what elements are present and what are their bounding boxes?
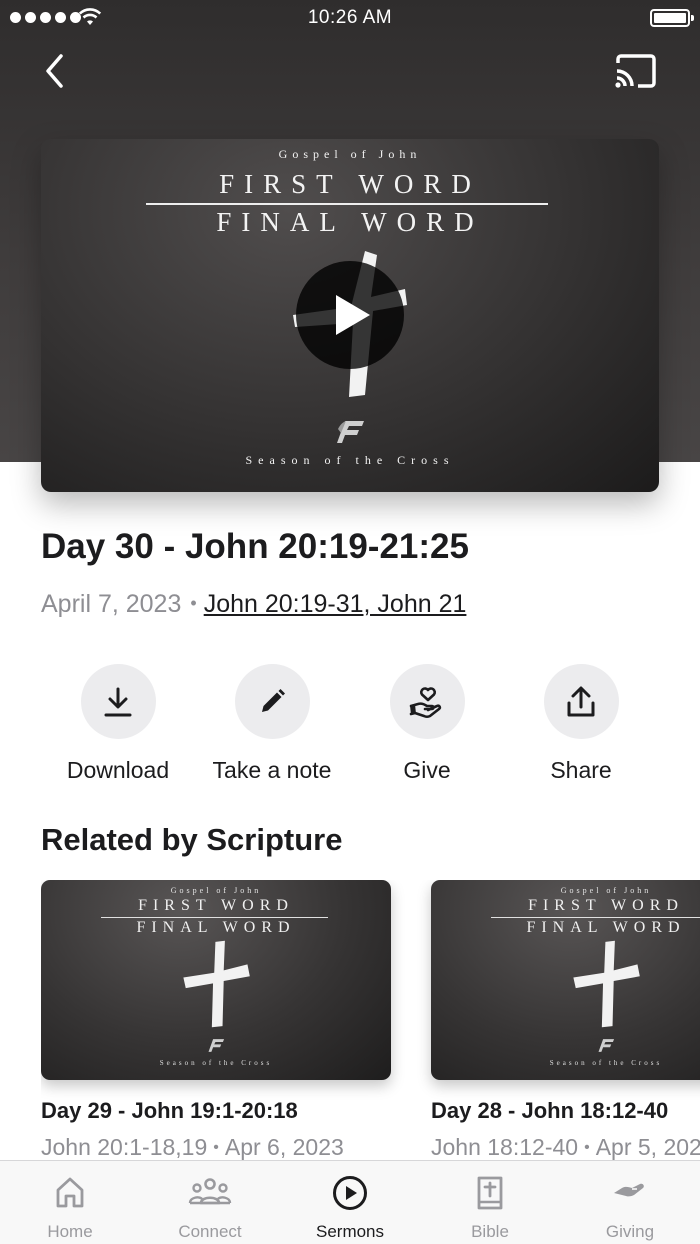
home-icon [56,1177,84,1208]
related-item[interactable]: Gospel of John FIRST WORD FINAL WORD Sea… [41,880,391,1160]
related-date: Apr 6, 2023 [224,1134,344,1160]
sermon-title: Day 30 - John 20:19-21:25 [41,527,469,566]
hand-heart-icon [389,664,465,739]
church-logo-icon [337,421,364,443]
giving-hand-icon [614,1183,644,1197]
tab-giving[interactable]: Giving [560,1161,700,1244]
artwork-divider [146,203,548,205]
related-item[interactable]: Gospel of John FIRST WORD FINAL WORD Sea… [431,880,700,1160]
thumb-line1-text: FIRST WORD [138,897,294,914]
take-note-label: Take a note [212,757,332,783]
play-icon [336,295,370,335]
take-note-button[interactable]: Take a note [192,664,352,784]
battery-icon [650,9,694,27]
artwork-line2-text: FINAL WORD [216,207,484,237]
related-thumbnail[interactable]: Gospel of John FIRST WORD FINAL WORD Sea… [431,880,700,1080]
tab-bible[interactable]: Bible [420,1161,560,1244]
meta-separator: • [213,1139,219,1156]
artwork-season-text: Season of the Cross [245,453,455,467]
scripture-link[interactable]: John 20:19-31, John 21 [204,590,467,618]
sermon-meta: April 7, 2023 • John 20:19-31, John 21 [41,590,466,619]
thumb-season-text: Season of the Cross [549,1059,663,1067]
related-date: Apr 5, 2023 [595,1134,700,1160]
thumb-divider [491,917,700,918]
bottom-tab-bar: Home Connect Sermons Bible Giving [0,1160,700,1244]
related-carousel[interactable]: Gospel of John FIRST WORD FINAL WORD Sea… [41,880,700,1160]
back-chevron-icon[interactable] [36,50,76,92]
meta-separator: • [190,593,197,613]
related-meta: John 20:1-18,19 • Apr 6, 2023 [41,1134,391,1160]
artwork-series-text: Gospel of John [278,147,422,161]
church-logo-icon [208,1039,225,1052]
meta-separator: • [584,1139,590,1156]
tab-home-label: Home [47,1222,93,1241]
give-label: Give [403,757,451,783]
download-icon [80,664,156,739]
people-icon [188,1178,232,1205]
share-label: Share [550,757,612,783]
tab-home[interactable]: Home [0,1161,140,1244]
thumb-series-text: Gospel of John [560,886,652,895]
play-circle-icon [333,1176,367,1210]
pencil-icon [234,664,310,739]
tab-sermons-label: Sermons [315,1222,385,1241]
tab-giving-label: Giving [605,1222,655,1241]
thumb-season-text: Season of the Cross [159,1059,273,1067]
download-button[interactable]: Download [38,664,198,784]
related-scripture: John 18:12-40 [431,1134,579,1160]
action-row: Download Take a note Give Share [0,664,700,794]
status-time: 10:26 AM [307,7,393,28]
download-label: Download [66,757,170,783]
thumb-series-text: Gospel of John [170,886,262,895]
share-button[interactable]: Share [501,664,661,784]
thumb-line2-text: FINAL WORD [136,919,296,936]
thumb-line2-text: FINAL WORD [526,919,686,936]
related-meta: John 18:12-40 • Apr 5, 2023 [431,1134,700,1160]
cross-artwork-icon [573,940,640,1028]
thumb-divider [101,917,328,918]
thumb-line1-text: FIRST WORD [528,897,684,914]
tab-bible-label: Bible [471,1222,509,1241]
tab-sermons[interactable]: Sermons [280,1161,420,1244]
status-bar: 10:26 AM [0,0,700,36]
share-icon [543,664,619,739]
related-title: Day 28 - John 18:12-40 [431,1098,669,1123]
artwork-line1-text: FIRST WORD [219,169,481,199]
tab-connect[interactable]: Connect [140,1161,280,1244]
related-scripture: John 20:1-18,19 [41,1134,208,1160]
play-button[interactable] [296,261,404,369]
related-title: Day 29 - John 19:1-20:18 [41,1098,298,1123]
bible-icon [477,1176,503,1210]
cross-artwork-icon [183,940,250,1028]
video-player[interactable]: Gospel of John FIRST WORD FINAL WORD Sea… [41,139,659,492]
sermon-date: April 7, 2023 [41,590,182,618]
related-thumbnail[interactable]: Gospel of John FIRST WORD FINAL WORD Sea… [41,880,391,1080]
give-button[interactable]: Give [347,664,507,784]
tab-connect-label: Connect [178,1222,242,1241]
church-logo-icon [598,1039,615,1052]
cast-icon[interactable] [612,52,658,92]
related-section-heading: Related by Scripture [41,822,343,857]
